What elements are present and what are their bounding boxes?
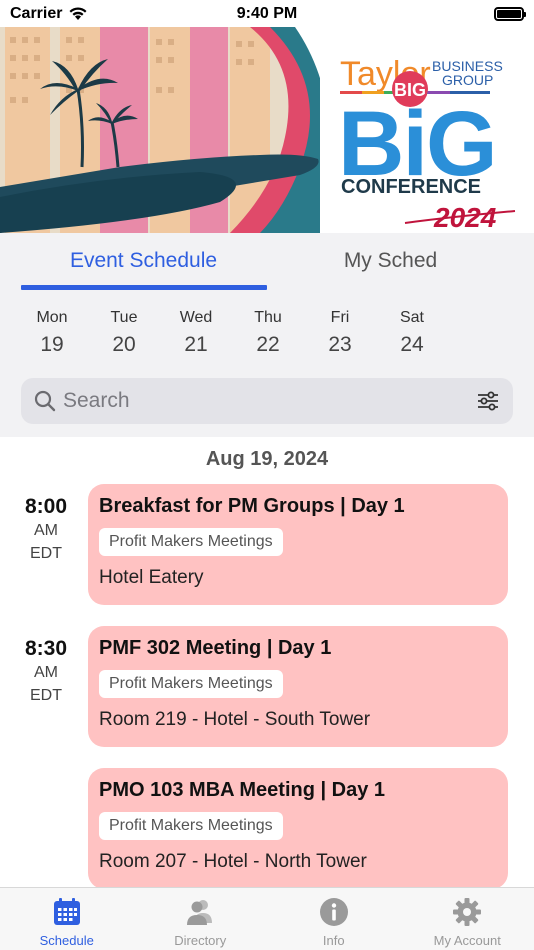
status-bar: Carrier 9:40 PM [0, 0, 534, 27]
event-location: Room 219 - Hotel - South Tower [99, 709, 371, 730]
event-tag: Profit Makers Meetings [99, 812, 283, 840]
search-icon [34, 390, 56, 412]
event-tag: Profit Makers Meetings [99, 670, 283, 698]
tabbar-info[interactable]: Info [267, 888, 401, 950]
event-time: 8:00 AM EDT [0, 495, 92, 565]
battery-icon [494, 6, 526, 21]
day-fri[interactable]: Fri 23 [304, 309, 376, 361]
day-name: Mon [36, 309, 68, 326]
tabbar-label: Schedule [39, 933, 94, 948]
tab-my-sched[interactable]: My Sched [267, 249, 514, 273]
day-number: 21 [184, 333, 208, 356]
event-tag: Profit Makers Meetings [99, 528, 283, 556]
day-tue[interactable]: Tue 20 [88, 309, 160, 361]
time-hour: 8:30 [24, 637, 68, 660]
day-number: 22 [256, 333, 280, 356]
tabbar-label: My Account [433, 933, 501, 948]
tabbar-directory[interactable]: Directory [134, 888, 268, 950]
big-conference-logo: BIG BiG CONFERENCE 2024 [338, 71, 516, 233]
bottom-tab-bar: Schedule Directory Info My Account [0, 887, 534, 950]
active-tab-indicator [21, 285, 267, 290]
time-zone: EDT [30, 687, 62, 704]
tabbar-schedule[interactable]: Schedule [0, 888, 134, 950]
tabbar-my-account[interactable]: My Account [401, 888, 534, 950]
day-name: Tue [110, 309, 138, 326]
day-wed[interactable]: Wed 21 [160, 309, 232, 361]
conference-banner: Taylor BUSINESS GROUP BIG BiG CONFERENCE… [0, 27, 534, 233]
event-location: Hotel Eatery [99, 567, 204, 588]
event-location: Room 207 - Hotel - North Tower [99, 851, 367, 872]
carrier-label: Carrier [10, 4, 63, 22]
day-name: Sat [399, 309, 424, 326]
day-name: Fri [330, 309, 350, 326]
time-ampm: AM [34, 522, 58, 539]
day-mon[interactable]: Mon 19 [16, 309, 88, 361]
time-hour: 8:00 [24, 495, 68, 518]
search-input[interactable] [63, 389, 475, 413]
event-title: PMO 103 MBA Meeting | Day 1 [99, 779, 386, 801]
filter-icon[interactable] [475, 388, 501, 414]
conference-word: CONFERENCE [341, 176, 481, 198]
day-name: Wed [179, 309, 213, 326]
day-number: 19 [40, 333, 64, 356]
day-picker: Mon 19 Tue 20 Wed 21 Thu 22 Fri 23 Sat 2… [16, 309, 448, 361]
day-number: 23 [328, 333, 352, 356]
search-bar [21, 378, 513, 424]
header-region: Event Schedule My Sched Mon 19 Tue 20 We… [0, 233, 534, 437]
people-icon [187, 900, 213, 925]
tabbar-label: Info [322, 933, 345, 948]
time-ampm: AM [34, 664, 58, 681]
day-number: 20 [112, 333, 136, 356]
tab-event-schedule[interactable]: Event Schedule [20, 249, 267, 273]
calendar-icon [53, 898, 80, 925]
event-title: PMF 302 Meeting | Day 1 [99, 637, 332, 659]
event-time: 8:30 AM EDT [0, 637, 92, 707]
brand-group: GROUP [442, 72, 493, 88]
wifi-icon [69, 7, 87, 20]
day-name: Thu [254, 309, 282, 326]
time-zone: EDT [30, 545, 62, 562]
day-thu[interactable]: Thu 22 [232, 309, 304, 361]
event-card[interactable]: PMF 302 Meeting | Day 1 Profit Makers Me… [88, 626, 508, 747]
tabbar-label: Directory [174, 933, 227, 948]
event-card[interactable]: Breakfast for PM Groups | Day 1 Profit M… [88, 484, 508, 605]
info-icon [319, 898, 348, 926]
event-card[interactable]: PMO 103 MBA Meeting | Day 1 Profit Maker… [88, 768, 508, 887]
year-text: 2024 [433, 202, 497, 233]
date-header: Aug 19, 2024 [205, 448, 329, 470]
banner-art: Taylor BUSINESS GROUP BIG BiG CONFERENCE… [0, 27, 516, 233]
event-title: Breakfast for PM Groups | Day 1 [99, 495, 405, 517]
gear-icon [453, 898, 482, 926]
day-number: 24 [400, 333, 424, 356]
schedule-tabs: Event Schedule My Sched [0, 233, 534, 291]
schedule-list[interactable]: Aug 19, 2024 8:00 AM EDT Breakfast for P… [0, 437, 534, 887]
day-sat[interactable]: Sat 24 [376, 309, 448, 361]
